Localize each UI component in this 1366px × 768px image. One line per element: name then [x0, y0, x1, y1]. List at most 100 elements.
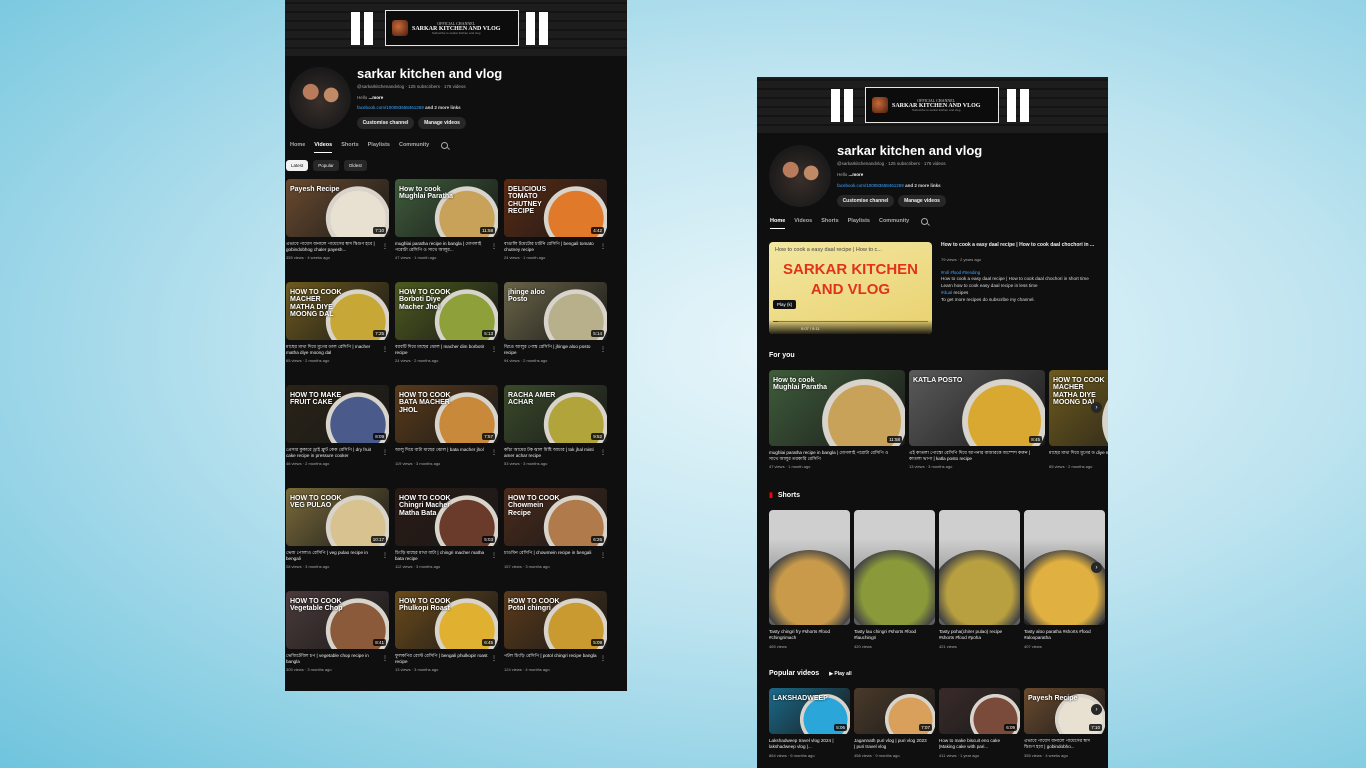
video-title[interactable]: এই কাতলা পোস্তো রেসিপি দিয়ে আপনার বাজার… [909, 450, 1045, 462]
more-options-icon[interactable]: ⋮ [382, 243, 388, 250]
video-title[interactable]: এভাবে পায়েস বানালে পায়েসের স্বাদ দ্বিগ… [1024, 738, 1105, 751]
video-thumbnail[interactable]: 7:07 [854, 688, 935, 734]
more-options-icon[interactable]: ⋮ [491, 449, 497, 456]
short-thumbnail[interactable] [854, 510, 935, 625]
chevron-right-icon[interactable]: › [1091, 402, 1102, 413]
video-title[interactable]: চিংড়ি মাছের মাথা বাটা | chingri macher … [395, 550, 498, 562]
video-thumbnail[interactable]: DELICIOUS TOMATO CHUTNEY RECIPE 4:42 [504, 179, 607, 237]
manage-videos-button[interactable]: Manage videos [898, 195, 946, 207]
short-card[interactable]: Tasty lau chingri #shorts #food #lauchin… [854, 510, 935, 649]
video-title[interactable]: ভেজিটেবিল চপ | vegetable chop recipe in … [286, 653, 389, 665]
video-title[interactable]: mughlai paratha recipe in bangla | মোগলা… [395, 241, 498, 253]
video-thumbnail[interactable]: 6:09 [939, 688, 1020, 734]
more-options-icon[interactable]: ⋮ [600, 655, 606, 662]
tab-playlists[interactable]: Playlists [848, 218, 870, 229]
more-options-icon[interactable]: ⋮ [382, 552, 388, 559]
short-thumbnail[interactable] [939, 510, 1020, 625]
video-thumbnail[interactable]: jhinge aloo Posto 5:14 [504, 282, 607, 340]
manage-videos-button[interactable]: Manage videos [418, 117, 466, 129]
video-title[interactable]: মাছের মাথা দিয়ে মুগের ড diye moong dal [1049, 450, 1108, 462]
video-title[interactable]: চাওমিন রেসিপি | chowmein recipe in benga… [504, 550, 607, 562]
popular-card[interactable]: LAKSHADWEEP 5:06 Lakshadweep travel vlog… [769, 688, 850, 758]
video-title[interactable]: Lakshadweep travel vlog 2024 | lakshadwe… [769, 738, 850, 751]
video-card[interactable]: HOW TO COOK MACHER MATHA DIYE MOONG DAL … [286, 282, 389, 385]
video-card[interactable]: HOW TO COOK BATA MACHER JHOL 7:57 আলু দি… [395, 385, 498, 488]
for-you-card[interactable]: KATLA POSTO 8:45 এই কাতলা পোস্তো রেসিপি … [909, 370, 1045, 469]
short-thumbnail[interactable] [769, 510, 850, 625]
video-thumbnail[interactable]: HOW TO COOK VEG PULAO 10:17 [286, 488, 389, 546]
video-thumbnail[interactable]: Payesh Recipe 7:10 [286, 179, 389, 237]
progress-bar[interactable] [773, 320, 928, 322]
short-title[interactable]: Tasty lau chingri #shorts #food #lauchin… [854, 629, 935, 642]
more-options-icon[interactable]: ⋮ [382, 655, 388, 662]
short-card[interactable]: Tasty aloo paratha #shorts #food #aloopa… [1024, 510, 1105, 649]
tab-videos[interactable]: Videos [794, 218, 812, 229]
popular-card[interactable]: Payesh Recipe 7:10 এভাবে পায়েস বানালে প… [1024, 688, 1105, 758]
video-thumbnail[interactable]: HOW TO COOK Chowmein Recipe 6:26 [504, 488, 607, 546]
channel-desc[interactable]: Hello ...more [357, 95, 383, 100]
video-title[interactable]: আলু দিয়ে বাটা মাছের ঝোল | bata macher j… [395, 447, 498, 459]
tab-community[interactable]: Community [879, 218, 909, 229]
video-card[interactable]: HOW TO COOK Borboti Diye Macher Jhol 5:1… [395, 282, 498, 385]
video-card[interactable]: How to cook Mughlai Paratha 11:58 mughla… [395, 179, 498, 282]
video-card[interactable]: HOW TO COOK Phulkopi Roast 6:45 ফুলকপির … [395, 591, 498, 691]
video-title[interactable]: How to make biscuit eno cake |Making cak… [939, 738, 1020, 751]
chevron-right-icon[interactable]: › [1091, 704, 1102, 715]
video-title[interactable]: ঝিঙে আলুর পোস্ত রেসিপি | jhinge aloo pos… [504, 344, 607, 356]
video-thumbnail[interactable]: HOW TO COOK MACHER MATHA DIYE MOONG DAL … [286, 282, 389, 340]
customise-channel-button[interactable]: Customise channel [357, 117, 414, 129]
featured-video-player[interactable]: How to cook a easy daal recipe | How to … [769, 242, 932, 334]
tab-playlists[interactable]: Playlists [368, 142, 390, 153]
popular-card[interactable]: 7:07 Jagannath puri vlog | puri vlog 202… [854, 688, 935, 758]
video-thumbnail[interactable]: How to cook Mughlai Paratha 11:58 [395, 179, 498, 237]
video-thumbnail[interactable]: HOW TO COOK Phulkopi Roast 6:45 [395, 591, 498, 649]
video-title[interactable]: ফুলকপির রোস্ট রেসিপি | bengali phulkopir… [395, 653, 498, 665]
video-title[interactable]: প্রেসার কুকারে ড্রাই ফ্রুট কেক রেসিপি | … [286, 447, 389, 459]
more-options-icon[interactable]: ⋮ [382, 346, 388, 353]
popular-card[interactable]: 6:09 How to make biscuit eno cake |Makin… [939, 688, 1020, 758]
tab-home[interactable]: Home [290, 142, 305, 153]
short-title[interactable]: Tasty aloo paratha #shorts #food #aloopa… [1024, 629, 1105, 642]
short-card[interactable]: Tasty chingri fry #shorts #food #chingri… [769, 510, 850, 649]
video-card[interactable]: HOW TO COOK Chowmein Recipe 6:26 চাওমিন … [504, 488, 607, 591]
channel-link[interactable]: facebook.com/100083658461269 and 2 more … [357, 105, 461, 110]
video-title[interactable]: পটল চিংড়ি রেসিপি | potol chingri recipe… [504, 653, 607, 665]
more-options-icon[interactable]: ⋮ [600, 346, 606, 353]
tab-shorts[interactable]: Shorts [341, 142, 358, 153]
chip-oldest[interactable]: Oldest [343, 160, 367, 171]
video-card[interactable]: DELICIOUS TOMATO CHUTNEY RECIPE 4:42 বাঙ… [504, 179, 607, 282]
short-card[interactable]: Tasty poha(chirer pulao) recipe #shorts … [939, 510, 1020, 649]
video-card[interactable]: HOW TO MAKE FRUIT CAKE 8:09 প্রেসার কুকা… [286, 385, 389, 488]
more-options-icon[interactable]: ⋮ [600, 243, 606, 250]
video-thumbnail[interactable]: RACHA AMER ACHAR 9:52 [504, 385, 607, 443]
tab-videos[interactable]: Videos [314, 142, 333, 153]
more-options-icon[interactable]: ⋮ [491, 243, 497, 250]
short-title[interactable]: Tasty chingri fry #shorts #food #chingri… [769, 629, 850, 642]
video-thumbnail[interactable]: LAKSHADWEEP 5:06 [769, 688, 850, 734]
video-title[interactable]: mughlai paratha recipe in bangla | মোগলা… [769, 450, 905, 462]
more-options-icon[interactable]: ⋮ [382, 449, 388, 456]
video-thumbnail[interactable]: HOW TO COOK Potol chingri 5:09 [504, 591, 607, 649]
for-you-card[interactable]: HOW TO COOK MACHER MATHA DIYE MOONG DAL … [1049, 370, 1108, 469]
video-thumbnail[interactable]: KATLA POSTO 8:45 [909, 370, 1045, 446]
video-card[interactable]: HOW TO COOK Chingri Macher Matha Bata 5:… [395, 488, 498, 591]
tab-shorts[interactable]: Shorts [821, 218, 838, 229]
chip-popular[interactable]: Popular [313, 160, 339, 171]
video-thumbnail[interactable]: How to cook Mughlai Paratha 11:58 [769, 370, 905, 446]
video-card[interactable]: Payesh Recipe 7:10 এভাবে পায়েস বানালে প… [286, 179, 389, 282]
video-thumbnail[interactable]: HOW TO COOK BATA MACHER JHOL 7:57 [395, 385, 498, 443]
video-thumbnail[interactable]: HOW TO COOK Borboti Diye Macher Jhol 5:1… [395, 282, 498, 340]
short-title[interactable]: Tasty poha(chirer pulao) recipe #shorts … [939, 629, 1020, 642]
channel-desc[interactable]: Hello ...more [837, 172, 863, 177]
chevron-right-icon[interactable]: › [1091, 562, 1102, 573]
search-icon[interactable] [441, 142, 449, 149]
chip-latest[interactable]: Latest [286, 160, 309, 171]
avatar[interactable] [769, 145, 831, 207]
video-title[interactable]: মাছের মাথা দিয়ে মুগের ডাল রেসিপি | mach… [286, 344, 389, 356]
video-thumbnail[interactable]: HOW TO MAKE FRUIT CAKE 8:09 [286, 385, 389, 443]
tab-community[interactable]: Community [399, 142, 429, 153]
more-options-icon[interactable]: ⋮ [600, 449, 606, 456]
video-card[interactable]: HOW TO COOK Vegetable Chop 8:41 ভেজিটেবি… [286, 591, 389, 691]
video-title[interactable]: Jagannath puri vlog | puri vlog 2023 | p… [854, 738, 935, 751]
video-title[interactable]: এভাবে পায়েস বানালে পায়েসের স্বাদ দ্বিগ… [286, 241, 389, 253]
